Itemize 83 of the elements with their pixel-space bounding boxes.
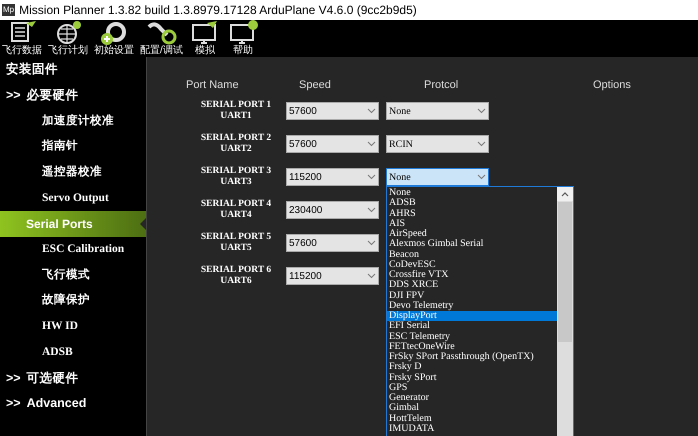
dropdown-option[interactable]: HottTelem <box>387 414 557 424</box>
dropdown-option[interactable]: Frsky D <box>387 362 557 372</box>
dropdown-option[interactable]: ADSB <box>387 198 557 208</box>
combo-box[interactable]: 230400 <box>286 201 379 219</box>
app-logo: Mp <box>2 4 16 16</box>
dropdown-option[interactable]: Alexmos Gimbal Serial <box>387 239 557 250</box>
toolbar-button[interactable]: 飞行数据 <box>2 19 42 56</box>
chevron-down-icon <box>367 207 376 213</box>
dropdown-option[interactable]: FETtecOneWire <box>387 342 557 352</box>
dropdown-option[interactable]: Beacon <box>387 250 557 260</box>
combo-box[interactable]: RCIN <box>386 135 489 153</box>
combo-box[interactable]: 115200 <box>286 168 379 186</box>
column-header: Port Name <box>186 78 240 91</box>
chevron-down-icon <box>367 141 376 147</box>
uart-label: UART1 <box>220 111 252 122</box>
column-header: Protcol <box>423 78 460 91</box>
dropdown-option[interactable]: Frsky SPort <box>387 372 557 383</box>
dropdown-option[interactable]: ESC Telemetry <box>387 332 557 342</box>
combo-box[interactable]: 57600 <box>286 234 379 252</box>
dropdown-option[interactable]: DDS XRCE <box>387 280 557 290</box>
uart-label: UART3 <box>220 177 252 188</box>
combo-box[interactable]: None <box>386 168 489 186</box>
dropdown-option[interactable]: CoDevESC <box>387 260 557 270</box>
dropdown-option[interactable]: GPS <box>387 382 557 393</box>
uart-label: UART4 <box>220 210 252 221</box>
sidebar-item[interactable]: Servo Output <box>0 185 146 212</box>
chevron-up-icon <box>561 192 569 196</box>
sidebar-item[interactable]: HW ID <box>0 314 146 340</box>
dropdown-option[interactable]: AIS <box>387 218 557 229</box>
window-title: Mission Planner 1.3.82 build 1.3.8979.17128 ArduPlane V4.6.0 (9cc2b9d5) <box>19 2 417 19</box>
sidebar-item[interactable]: ESC Calibration <box>0 236 146 262</box>
port-name: SERIAL PORT 4 <box>200 199 272 210</box>
sidebar-item[interactable]: 加速度计校准 <box>0 108 146 134</box>
sidebar-item[interactable]: >> Advanced <box>0 390 146 417</box>
sidebar-item[interactable]: >> 可选硬件 <box>0 365 146 391</box>
chevron-down-icon <box>367 174 376 180</box>
dropdown-option[interactable]: DisplayPort <box>387 311 557 322</box>
combo-box[interactable]: 57600 <box>286 135 379 153</box>
scrollbar[interactable] <box>557 187 573 436</box>
sidebar-item[interactable]: 飞行模式 <box>0 262 146 288</box>
uart-label: UART2 <box>220 144 252 155</box>
dropdown-option[interactable]: EFI Serial <box>387 321 557 332</box>
dropdown-option[interactable]: DJI FPV <box>387 290 557 301</box>
dropdown-option[interactable]: AHRS <box>387 208 557 219</box>
port-name: SERIAL PORT 5 <box>200 232 272 243</box>
sidebar-item[interactable]: 指南针 <box>0 134 146 160</box>
toolbar-button[interactable]: 帮助 <box>226 19 259 56</box>
port-name: SERIAL PORT 1 <box>200 100 272 111</box>
port-name: SERIAL PORT 6 <box>200 265 272 276</box>
toolbar-button[interactable]: 飞行计划 <box>48 19 88 56</box>
chevron-down-icon <box>367 273 376 279</box>
uart-label: UART5 <box>220 243 252 254</box>
sidebar-item[interactable]: 遥控器校准 <box>0 160 146 186</box>
combo-box[interactable]: 115200 <box>286 267 379 285</box>
toolbar-button[interactable]: 初始设置 <box>94 19 134 56</box>
dropdown-option[interactable]: Gimbal <box>387 403 557 414</box>
port-name: SERIAL PORT 3 <box>200 166 272 177</box>
sidebar-item[interactable]: 安装固件 <box>0 57 146 83</box>
chevron-down-icon <box>477 141 486 147</box>
chevron-down-icon <box>477 174 486 180</box>
scroll-thumb[interactable] <box>558 202 572 342</box>
port-name: SERIAL PORT 2 <box>200 133 272 144</box>
chevron-down-icon <box>367 240 376 246</box>
combo-box[interactable]: None <box>386 102 489 120</box>
chevron-down-icon <box>367 108 376 114</box>
dropdown-option[interactable]: Crossfire VTX <box>387 270 557 280</box>
toolbar-button[interactable]: 配置/调试 <box>140 19 183 56</box>
dropdown-option[interactable]: Generator <box>387 393 557 404</box>
combo-box[interactable]: 57600 <box>286 102 379 120</box>
dropdown-option[interactable]: AirSpeed <box>387 229 557 240</box>
pointer-icon <box>140 218 146 230</box>
toolbar-button[interactable]: 模拟 <box>188 19 221 56</box>
chevron-down-icon <box>477 108 486 114</box>
sidebar-item[interactable]: ADSB <box>0 340 146 366</box>
sidebar-item[interactable]: >> 必要硬件 <box>0 82 146 108</box>
column-header: Speed <box>299 78 332 91</box>
dropdown-option[interactable]: FrSky SPort Passthrough (OpenTX) <box>387 352 557 362</box>
sidebar-item[interactable]: 故障保护 <box>0 288 146 314</box>
dropdown-option[interactable]: Devo Telemetry <box>387 300 557 311</box>
uart-label: UART6 <box>220 276 252 287</box>
dropdown-option[interactable]: IMUDATA <box>387 424 557 434</box>
column-header: Options <box>593 78 631 91</box>
dropdown-option[interactable]: None <box>387 188 557 198</box>
